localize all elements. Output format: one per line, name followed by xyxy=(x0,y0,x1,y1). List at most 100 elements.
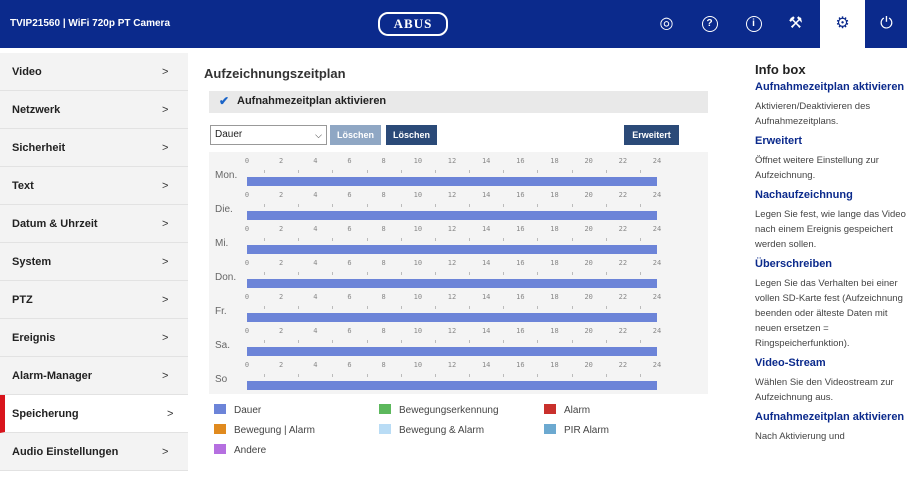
minor-tick xyxy=(537,238,539,241)
minor-tick xyxy=(605,204,607,207)
legend-label: Bewegung & Alarm xyxy=(399,425,485,436)
legend-label: Andere xyxy=(234,445,267,456)
recording-segment[interactable] xyxy=(247,279,657,288)
chevron-down-icon: ⌵ xyxy=(315,130,322,140)
schedule-row[interactable]: Don. 0 2 4 6 8 10 12 14 16 18 20 22 24 xyxy=(209,256,708,290)
target-icon[interactable]: ◎ xyxy=(648,0,685,48)
minor-tick xyxy=(332,272,334,275)
hour-tick-label: 20 xyxy=(584,327,593,335)
legend-swatch xyxy=(214,404,226,414)
hour-tick-label: 22 xyxy=(618,327,628,335)
minor-tick xyxy=(264,272,266,275)
sidebar-item-ereignis[interactable]: Ereignis > xyxy=(0,319,188,357)
sidebar-item-ptz[interactable]: PTZ > xyxy=(0,281,188,319)
recording-segment[interactable] xyxy=(247,245,657,254)
recording-segment[interactable] xyxy=(247,381,657,390)
sidebar-item-alarm-manager[interactable]: Alarm-Manager > xyxy=(0,357,188,395)
minor-tick xyxy=(400,238,402,241)
minor-tick xyxy=(537,340,539,343)
power-icon[interactable]: ⏻ xyxy=(868,0,905,48)
schedule-row[interactable]: Die. 0 2 4 6 8 10 12 14 16 18 20 22 24 xyxy=(209,188,708,222)
chevron-right-icon: > xyxy=(162,332,169,344)
minor-tick xyxy=(639,340,641,343)
schedule-row[interactable]: Fr. 0 2 4 6 8 10 12 14 16 18 20 22 24 xyxy=(209,290,708,324)
hour-tick-label: 2 xyxy=(279,259,284,267)
recording-segment[interactable] xyxy=(247,347,657,356)
schedule-row[interactable]: Sa. 0 2 4 6 8 10 12 14 16 18 20 22 24 xyxy=(209,324,708,358)
minor-tick xyxy=(571,340,573,343)
hour-tick-label: 22 xyxy=(618,361,628,369)
minor-tick xyxy=(469,272,471,275)
checkmark-icon[interactable]: ✔ xyxy=(219,94,229,108)
legend-item: PIR Alarm xyxy=(544,424,609,436)
hour-tick-label: 10 xyxy=(413,361,423,369)
minor-tick xyxy=(537,374,539,377)
hour-tick-label: 16 xyxy=(516,361,525,369)
minor-tick xyxy=(503,340,505,343)
recording-type-select[interactable]: Dauer ⌵ xyxy=(210,125,327,145)
minor-tick xyxy=(298,238,300,241)
schedule-row[interactable]: Mon. 0 2 4 6 8 10 12 14 16 18 20 22 24 xyxy=(209,154,708,188)
enable-schedule-row[interactable]: ✔ Aufnahmezeitplan aktivieren xyxy=(209,91,708,113)
minor-tick xyxy=(469,204,471,207)
sidebar-item-system[interactable]: System > xyxy=(0,243,188,281)
sidebar-item-label: Audio Einstellungen xyxy=(12,446,119,458)
hour-tick-label: 6 xyxy=(347,327,352,335)
minor-tick xyxy=(503,306,505,309)
sidebar-item-speicherung[interactable]: Speicherung > xyxy=(0,395,188,433)
help-icon[interactable]: ? xyxy=(691,0,728,48)
hour-tick-label: 24 xyxy=(652,157,662,165)
sidebar-item-sicherheit[interactable]: Sicherheit > xyxy=(0,129,188,167)
recording-segment[interactable] xyxy=(247,211,657,220)
hour-tick-label: 16 xyxy=(516,293,525,301)
sidebar-item-video[interactable]: Video > xyxy=(0,53,188,91)
minor-tick xyxy=(571,306,573,309)
minor-tick xyxy=(605,272,607,275)
chevron-right-icon: > xyxy=(162,142,169,154)
top-bar: TVIP21560 | WiFi 720p PT Camera ABUS ◎ ?… xyxy=(0,0,907,48)
sidebar-item-netzwerk[interactable]: Netzwerk > xyxy=(0,91,188,129)
day-label: Don. xyxy=(215,272,237,283)
sidebar-item-text[interactable]: Text > xyxy=(0,167,188,205)
hour-tick-label: 12 xyxy=(447,293,457,301)
sidebar-item-audio-einstellungen[interactable]: Audio Einstellungen > xyxy=(0,433,188,471)
sidebar-item-label: Datum & Uhrzeit xyxy=(12,218,98,230)
delete-button[interactable]: Löschen xyxy=(330,125,381,145)
sidebar-item-label: Sicherheit xyxy=(12,142,66,154)
recording-segment[interactable] xyxy=(247,177,657,186)
recording-segment[interactable] xyxy=(247,313,657,322)
minor-tick xyxy=(332,340,334,343)
sidebar-item-datum-uhrzeit[interactable]: Datum & Uhrzeit > xyxy=(0,205,188,243)
legend-item: Bewegung | Alarm xyxy=(214,424,315,436)
delete-all-button[interactable]: Löschen xyxy=(386,125,437,145)
legend-label: Bewegung | Alarm xyxy=(234,425,315,436)
abus-logo: ABUS xyxy=(378,12,448,36)
schedule-row[interactable]: Mi. 0 2 4 6 8 10 12 14 16 18 20 22 24 xyxy=(209,222,708,256)
hour-tick-label: 18 xyxy=(550,225,559,233)
minor-tick xyxy=(503,238,505,241)
hour-tick-label: 18 xyxy=(550,191,559,199)
hour-tick-label: 2 xyxy=(279,293,284,301)
minor-tick xyxy=(264,170,266,173)
info-heading: Video-Stream xyxy=(755,357,826,369)
hour-tick-label: 14 xyxy=(481,157,491,165)
hour-tick-label: 2 xyxy=(279,361,284,369)
sidebar-item-label: System xyxy=(12,256,52,268)
hour-tick-label: 2 xyxy=(279,327,284,335)
hour-tick-label: 12 xyxy=(447,327,457,335)
tools-icon[interactable]: ⚒ xyxy=(777,0,814,48)
minor-tick xyxy=(469,340,471,343)
hour-tick-label: 20 xyxy=(584,293,593,301)
minor-tick xyxy=(605,170,607,173)
advanced-button[interactable]: Erweitert xyxy=(624,125,679,145)
hour-tick-label: 12 xyxy=(447,361,457,369)
settings-icon[interactable]: ⚙ xyxy=(820,0,865,48)
minor-tick xyxy=(366,238,368,241)
hour-scale: 0 2 4 6 8 10 12 14 16 18 20 22 24 xyxy=(245,327,661,347)
chevron-right-icon: > xyxy=(162,446,169,458)
schedule-row[interactable]: So 0 2 4 6 8 10 12 14 16 18 20 22 24 xyxy=(209,358,708,392)
info-icon[interactable]: i xyxy=(735,0,772,48)
hour-tick-label: 16 xyxy=(516,327,525,335)
hour-tick-label: 6 xyxy=(347,225,352,233)
minor-tick xyxy=(605,374,607,377)
